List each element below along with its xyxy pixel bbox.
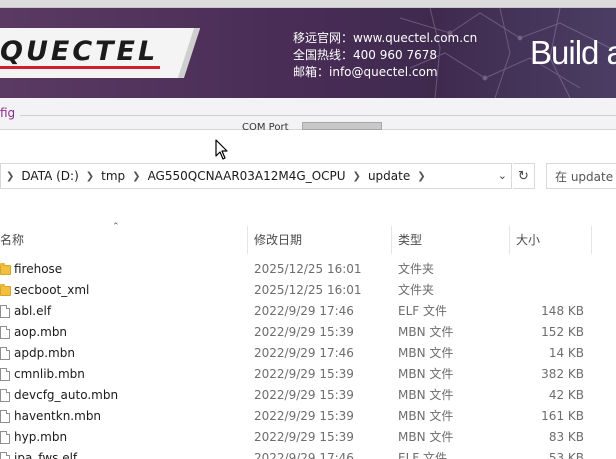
tab-divider — [20, 115, 616, 116]
file-type: ELF 文件 — [398, 304, 447, 318]
address-bar[interactable]: ❯ DATA (D:) ❯ tmp ❯ AG550QCNAAR03A12M4G_… — [0, 163, 512, 189]
file-type: MBN 文件 — [398, 388, 454, 402]
file-size: 83 KB — [548, 430, 584, 444]
file-name: abl.elf — [14, 304, 52, 318]
column-size[interactable]: 大小 — [510, 226, 592, 254]
file-name: cmnlib.mbn — [14, 367, 85, 381]
chevron-down-icon[interactable]: ⌄ — [498, 169, 507, 182]
file-size: 161 KB — [541, 409, 584, 423]
file-icon — [0, 368, 10, 381]
file-icon — [0, 452, 10, 459]
column-date[interactable]: 修改日期 — [248, 226, 392, 254]
file-size: 382 KB — [541, 367, 584, 381]
mouse-cursor-icon — [215, 139, 228, 160]
file-row[interactable]: ipa_fws.elf 2022/9/29 17:46 ELF 文件 53 KB — [0, 448, 616, 459]
quectel-banner: QUECTEL 移远官网：www.quectel.com.cn 全国热线：400… — [0, 8, 616, 98]
file-icon — [0, 347, 10, 360]
chevron-right-icon[interactable]: ❯ — [1, 171, 19, 182]
file-icon — [0, 431, 10, 444]
file-type: MBN 文件 — [398, 430, 454, 444]
file-row[interactable]: devcfg_auto.mbn 2022/9/29 15:39 MBN 文件 42 K… — [0, 385, 616, 406]
file-explorer: ❯ DATA (D:) ❯ tmp ❯ AG550QCNAAR03A12M4G_… — [0, 130, 616, 459]
file-row[interactable]: secboot_xml 2025/12/25 16:01 文件夹 — [0, 280, 616, 301]
file-date: 2022/9/29 15:39 — [254, 388, 354, 402]
window-top-strip — [0, 0, 616, 8]
file-type: MBN 文件 — [398, 325, 454, 339]
file-name: firehose — [14, 262, 63, 276]
file-size — [510, 259, 584, 280]
file-size: 148 KB — [541, 304, 584, 318]
file-date: 2022/9/29 15:39 — [254, 430, 354, 444]
banner-contact: 移远官网：www.quectel.com.cn 全国热线：400 960 767… — [293, 30, 477, 81]
breadcrumb-project[interactable]: AG550QCNAAR03A12M4G_OCPU — [146, 169, 348, 183]
file-size: 14 KB — [548, 346, 584, 360]
file-row[interactable]: apdp.mbn 2022/9/29 17:46 MBN 文件 14 KB — [0, 343, 616, 364]
file-row[interactable]: cmnlib.mbn 2022/9/29 15:39 MBN 文件 382 KB — [0, 364, 616, 385]
file-row[interactable]: hyp.mbn 2022/9/29 15:39 MBN 文件 83 KB — [0, 427, 616, 448]
file-date: 2022/9/29 15:39 — [254, 325, 354, 339]
breadcrumb-update[interactable]: update — [366, 169, 412, 183]
file-type: MBN 文件 — [398, 367, 454, 381]
contact-email: 邮箱：info@quectel.com — [293, 65, 438, 79]
refresh-icon[interactable]: ↻ — [513, 163, 535, 189]
file-type: ELF 文件 — [398, 451, 447, 459]
file-name: secboot_xml — [14, 283, 90, 297]
file-date: 2025/12/25 16:01 — [254, 283, 362, 297]
column-name[interactable]: 名称 — [0, 226, 248, 254]
file-date: 2022/9/29 15:39 — [254, 367, 354, 381]
file-icon — [0, 410, 10, 423]
folder-icon — [0, 284, 11, 296]
file-date: 2022/9/29 17:46 — [254, 451, 354, 459]
file-name: apdp.mbn — [14, 346, 75, 360]
file-date: 2022/9/29 15:39 — [254, 409, 354, 423]
file-name: aop.mbn — [14, 325, 68, 339]
breadcrumb-drive[interactable]: DATA (D:) — [19, 169, 80, 183]
config-tab[interactable]: fig — [0, 106, 15, 120]
file-size: 53 KB — [548, 451, 584, 459]
file-type: MBN 文件 — [398, 409, 454, 423]
column-header: 名称 修改日期 类型 大小 — [0, 226, 616, 254]
file-name: haventkn.mbn — [14, 409, 102, 423]
logo-underline — [0, 66, 160, 69]
file-size: 152 KB — [541, 325, 584, 339]
search-input[interactable]: 在 update — [546, 163, 616, 189]
file-icon — [0, 305, 10, 318]
folder-icon — [0, 263, 11, 275]
file-name: ipa_fws.elf — [14, 451, 78, 459]
file-name: devcfg_auto.mbn — [14, 388, 119, 402]
file-date: 2025/12/25 16:01 — [254, 262, 362, 276]
file-list: firehose 2025/12/25 16:01 文件夹 secboot_xml 20… — [0, 259, 616, 459]
chevron-right-icon[interactable]: ❯ — [127, 171, 145, 182]
file-type: 文件夹 — [398, 283, 435, 297]
column-type[interactable]: 类型 — [392, 226, 510, 254]
file-row[interactable]: haventkn.mbn 2022/9/29 15:39 MBN 文件 161 KB — [0, 406, 616, 427]
com-port-select[interactable] — [302, 122, 382, 130]
contact-website: 移远官网：www.quectel.com.cn — [293, 31, 478, 45]
chevron-right-icon[interactable]: ❯ — [348, 171, 366, 182]
file-row[interactable]: aop.mbn 2022/9/29 15:39 MBN 文件 152 KB — [0, 322, 616, 343]
file-type: MBN 文件 — [398, 346, 454, 360]
file-date: 2022/9/29 17:46 — [254, 346, 354, 360]
file-size: 42 KB — [548, 388, 584, 402]
file-icon — [0, 389, 10, 402]
file-type: 文件夹 — [398, 262, 435, 276]
file-date: 2022/9/29 17:46 — [254, 304, 354, 318]
file-name: hyp.mbn — [14, 430, 68, 444]
file-row[interactable]: firehose 2025/12/25 16:01 文件夹 — [0, 259, 616, 280]
banner-slogan: Build a — [530, 34, 616, 71]
chevron-right-icon[interactable]: ❯ — [81, 171, 99, 182]
flash-tool-area: fig COM Port — [0, 98, 616, 133]
file-size — [510, 280, 584, 301]
contact-hotline: 全国热线：400 960 7678 — [293, 48, 437, 62]
breadcrumb-tmp[interactable]: tmp — [99, 169, 127, 183]
file-row[interactable]: abl.elf 2022/9/29 17:46 ELF 文件 148 KB — [0, 301, 616, 322]
address-row: ❯ DATA (D:) ❯ tmp ❯ AG550QCNAAR03A12M4G_… — [0, 160, 616, 192]
chevron-right-icon[interactable]: ❯ — [412, 171, 430, 182]
file-icon — [0, 326, 10, 339]
